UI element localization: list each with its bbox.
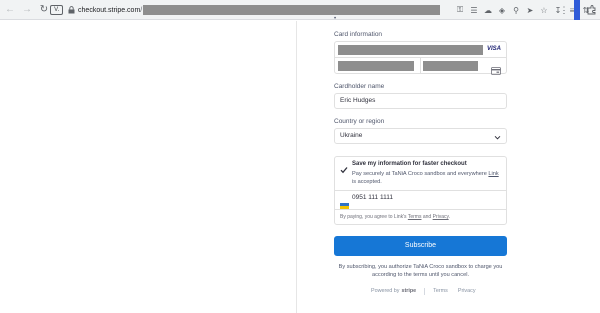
lock-icon[interactable] <box>67 6 75 15</box>
key-icon[interactable]: ⚿ <box>454 4 466 16</box>
subscribe-button[interactable]: Subscribe <box>334 236 507 256</box>
country-value: Ukraine <box>340 132 363 139</box>
chevron-down-icon <box>494 133 501 140</box>
save-info-checkbox[interactable] <box>340 161 348 174</box>
forward-icon[interactable]: → <box>20 3 34 17</box>
browser-right-controls: ⋮ <box>559 0 600 20</box>
card-information-label: Card information <box>334 31 383 38</box>
link-box-separator <box>335 190 506 191</box>
menu-icon[interactable]: ⋮ <box>559 5 569 16</box>
shield-icon[interactable]: ◈ <box>496 4 508 16</box>
reload-icon[interactable]: ↻ <box>37 3 51 17</box>
link-save-info-box: Save my information for faster checkout … <box>334 156 507 225</box>
card-cvc-redaction[interactable] <box>423 61 478 71</box>
send-icon[interactable]: ➤ <box>524 4 536 16</box>
star-icon[interactable]: ☆ <box>538 4 550 16</box>
translate-icon[interactable]: ☰ <box>468 4 480 16</box>
footer-divider <box>424 287 426 295</box>
browser-toolbar: ← → ↻ V. checkout.stripe.com/ ⚿ ☰ ☁ ◈ ⚲ … <box>0 0 600 20</box>
url-host: checkout.stripe.com <box>78 6 141 14</box>
country-select[interactable]: Ukraine <box>334 128 507 144</box>
card-number-redaction[interactable] <box>338 45 483 55</box>
agree-and: and <box>421 214 433 220</box>
footer-terms-link[interactable]: Terms <box>433 288 448 294</box>
back-icon[interactable]: ← <box>3 3 17 17</box>
cropped-previous-label: • <box>334 16 337 22</box>
checkout-page: • Card information VISA Cardholder name … <box>0 16 600 313</box>
phone-input[interactable]: 0951 111 1111 <box>352 194 393 201</box>
save-info-description: Pay securely at TaNiA Croco sandbox and … <box>352 171 504 186</box>
order-summary-panel <box>0 21 296 313</box>
visa-icon: VISA <box>486 46 501 52</box>
cloud-icon[interactable]: ☁ <box>482 4 494 16</box>
url-text: checkout.stripe.com/ <box>78 7 142 14</box>
save-info-title[interactable]: Save my information for faster checkout <box>352 161 467 167</box>
link-terms-link[interactable]: Terms <box>408 214 422 220</box>
profile-tab[interactable] <box>574 0 580 20</box>
footer-privacy-link[interactable]: Privacy <box>458 288 476 294</box>
cvc-card-icon <box>491 62 501 75</box>
address-bar[interactable]: V. checkout.stripe.com/ <box>50 3 440 17</box>
card-expiry-redaction[interactable] <box>338 61 414 71</box>
link-agreement: By paying, you agree to Link's Terms and… <box>340 214 450 220</box>
link-privacy-link[interactable]: Privacy <box>433 214 449 220</box>
url-tail: / <box>140 6 143 14</box>
agree-end: . <box>448 214 451 220</box>
cardholder-name-input[interactable]: Eric Hudges <box>334 93 507 109</box>
save-info-desc-before: Pay securely at TaNiA Croco sandbox and … <box>352 171 489 177</box>
zoom-icon[interactable]: ⚲ <box>510 4 522 16</box>
footer: Powered by stripe Terms Privacy <box>371 287 486 295</box>
extensions-puzzle-icon[interactable] <box>586 4 598 16</box>
save-info-desc-after: is accepted. <box>352 178 382 185</box>
payment-panel: • Card information VISA Cardholder name … <box>297 16 600 313</box>
link-box-separator-2 <box>335 209 506 210</box>
cardholder-name-label: Cardholder name <box>334 83 385 90</box>
subscription-disclaimer: By subscribing, you authorize TaNiA Croc… <box>338 264 503 278</box>
stripe-logo[interactable]: stripe <box>401 288 416 294</box>
powered-by-text: Powered by <box>371 288 400 294</box>
ukraine-flag-icon[interactable] <box>340 196 349 209</box>
card-information-field[interactable]: VISA <box>334 41 507 75</box>
site-badge[interactable]: V. <box>50 5 64 15</box>
country-label: Country or region <box>334 118 385 125</box>
agree-before: By paying, you agree to Link's <box>340 214 408 220</box>
cvc-separator <box>420 58 421 74</box>
url-redaction <box>143 5 440 15</box>
link-text-link[interactable]: Link <box>488 171 498 177</box>
